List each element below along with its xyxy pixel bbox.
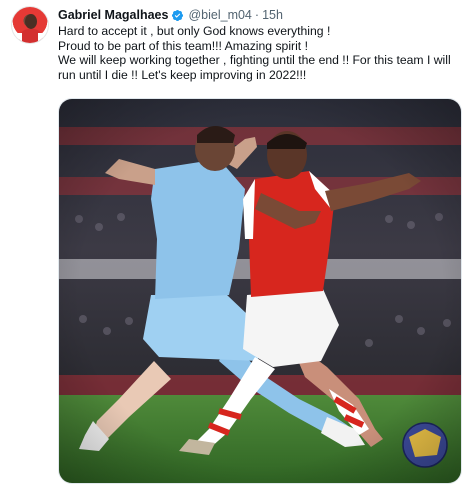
tweet-timestamp[interactable]: 15h xyxy=(262,8,283,22)
verified-badge-icon xyxy=(172,9,184,21)
tweet-text: Hard to accept it , but only God knows e… xyxy=(58,24,463,82)
author-name[interactable]: Gabriel Magalhaes xyxy=(58,8,168,22)
tweet[interactable]: Gabriel Magalhaes @biel_m04 · 15h Hard t… xyxy=(0,0,473,496)
tweet-text-line: We will keep working together , fighting… xyxy=(58,53,455,82)
tweet-text-line: Hard to accept it , but only God knows e… xyxy=(58,24,331,38)
tweet-text-line: Proud to be part of this team!!! Amazing… xyxy=(58,38,308,53)
author-handle[interactable]: @biel_m04 xyxy=(188,8,251,22)
football-match-photo xyxy=(59,99,461,483)
avatar[interactable] xyxy=(11,6,49,44)
tweet-photo[interactable] xyxy=(58,98,462,484)
tweet-header: Gabriel Magalhaes @biel_m04 · 15h xyxy=(58,7,283,23)
separator-dot: · xyxy=(254,8,260,22)
